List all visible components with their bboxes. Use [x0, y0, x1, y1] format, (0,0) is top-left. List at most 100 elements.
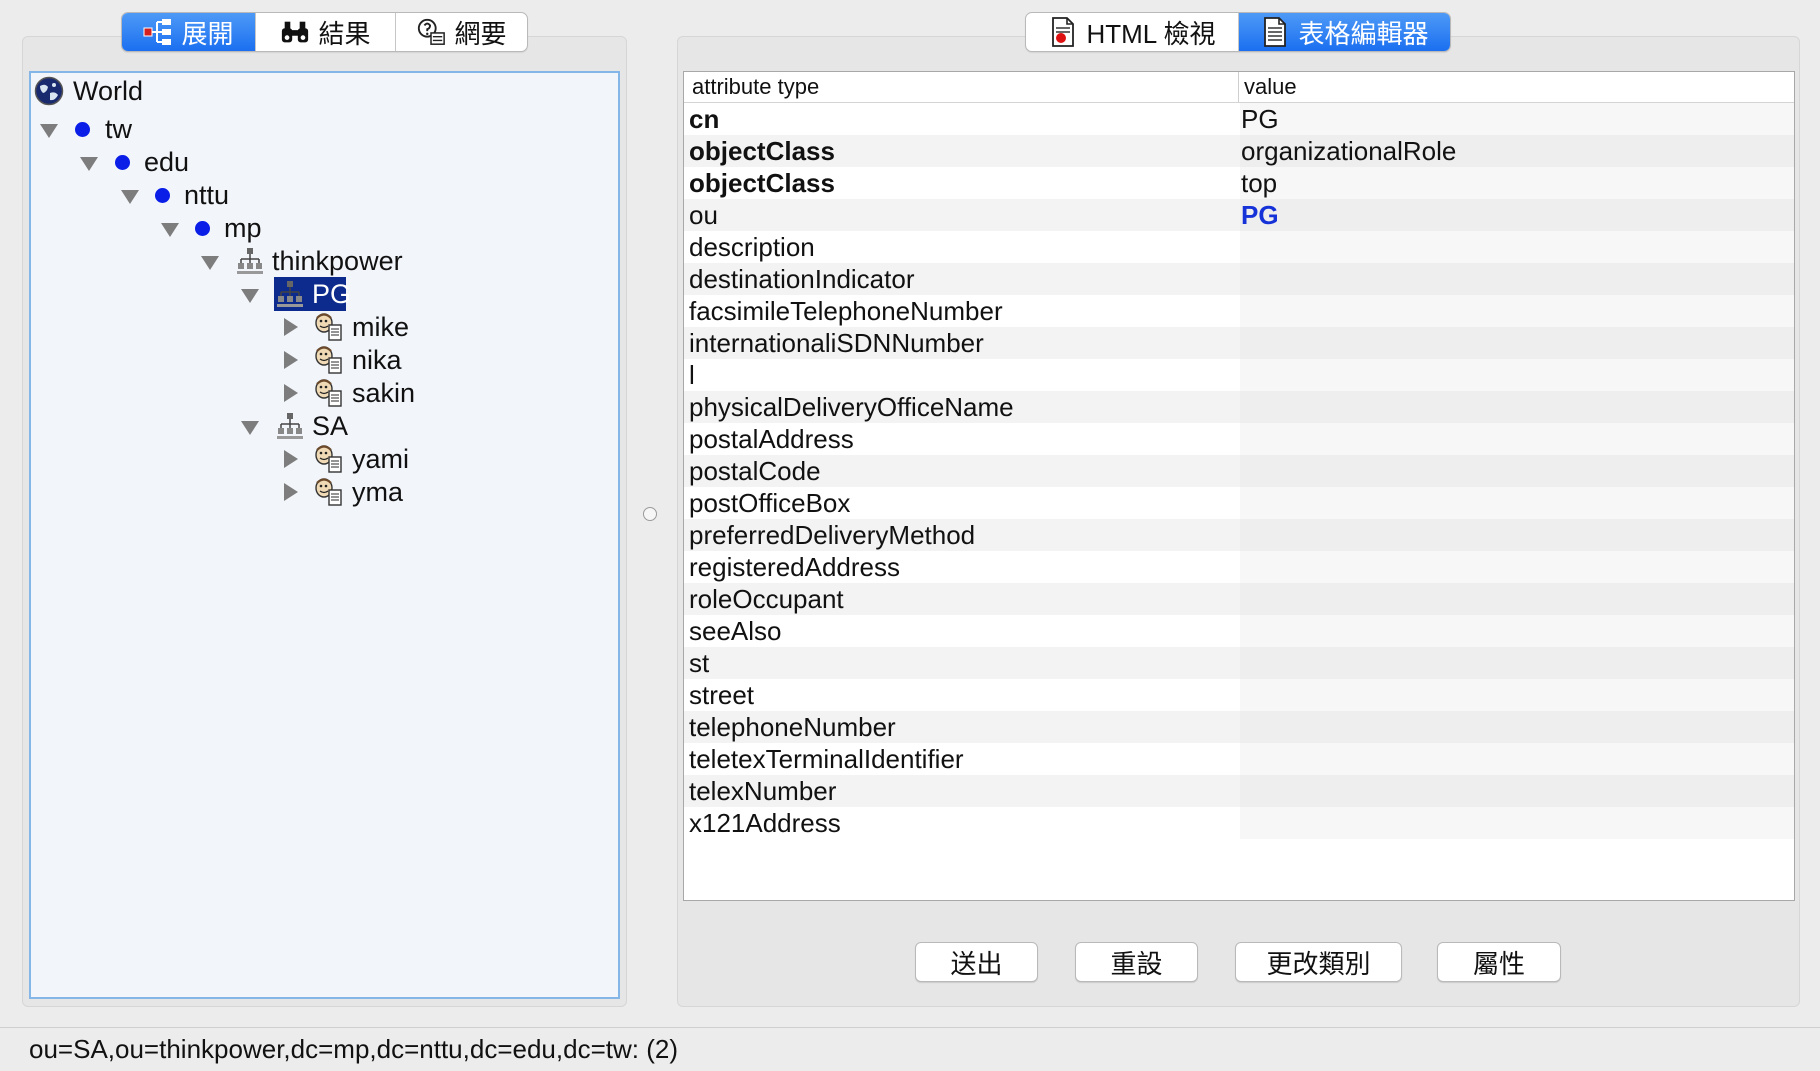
tree-node-nttu[interactable]: nttu: [31, 178, 431, 212]
collapse-toggle-icon[interactable]: [284, 450, 298, 468]
value-cell-background: [1240, 711, 1794, 743]
expand-toggle-icon[interactable]: [40, 124, 58, 138]
properties-button[interactable]: 屬性: [1437, 942, 1561, 982]
tree-node-tw[interactable]: tw: [31, 112, 431, 146]
table-row[interactable]: registeredAddress: [684, 551, 1794, 583]
attribute-cell: seeAlso: [689, 616, 782, 646]
column-header-attribute[interactable]: attribute type: [692, 72, 819, 102]
tree-node-yma[interactable]: yma: [31, 475, 481, 509]
tree-node-yami[interactable]: yami: [31, 442, 481, 476]
table-row[interactable]: st: [684, 647, 1794, 679]
value-cell[interactable]: organizationalRole: [1241, 135, 1456, 167]
table-row[interactable]: preferredDeliveryMethod: [684, 519, 1794, 551]
table-row[interactable]: teletexTerminalIdentifier: [684, 743, 1794, 775]
org-unit-icon: [235, 246, 265, 276]
attribute-cell: postalCode: [689, 456, 821, 486]
expand-toggle-icon[interactable]: [80, 157, 98, 171]
attribute-table: attribute type value cn PG objectClass orga…: [683, 71, 1795, 901]
attribute-cell: teletexTerminalIdentifier: [689, 744, 964, 774]
collapse-toggle-icon[interactable]: [284, 351, 298, 369]
collapse-toggle-icon[interactable]: [284, 318, 298, 336]
table-row[interactable]: postalAddress: [684, 423, 1794, 455]
table-row[interactable]: destinationIndicator: [684, 263, 1794, 295]
table-row[interactable]: facsimileTelephoneNumber: [684, 295, 1794, 327]
table-row[interactable]: description: [684, 231, 1794, 263]
tree-node-sa[interactable]: SA: [31, 409, 481, 443]
attribute-cell: cn: [689, 104, 720, 134]
column-header-value[interactable]: value: [1244, 72, 1297, 102]
expand-toggle-icon[interactable]: [161, 223, 179, 237]
person-icon: [314, 378, 344, 408]
value-cell-background: [1240, 743, 1794, 775]
table-row[interactable]: objectClass organizationalRole: [684, 135, 1794, 167]
attribute-cell: postalAddress: [689, 424, 854, 454]
tree-node-mp[interactable]: mp: [31, 211, 431, 245]
attribute-cell: facsimileTelephoneNumber: [689, 296, 1003, 326]
tree-node-nika[interactable]: nika: [31, 343, 481, 377]
expand-toggle-icon[interactable]: [121, 190, 139, 204]
change-class-button[interactable]: 更改類別: [1235, 942, 1402, 982]
expand-toggle-icon[interactable]: [241, 421, 259, 435]
value-cell-background: [1240, 647, 1794, 679]
tree-node-thinkpower[interactable]: thinkpower: [31, 244, 481, 278]
collapse-toggle-icon[interactable]: [284, 483, 298, 501]
table-row[interactable]: physicalDeliveryOfficeName: [684, 391, 1794, 423]
domain-dot-icon: [155, 188, 170, 203]
tab-table-editor[interactable]: 表格編輯器: [1239, 13, 1450, 51]
tab-results[interactable]: 結果: [256, 13, 396, 51]
table-row[interactable]: seeAlso: [684, 615, 1794, 647]
tree-node-pg[interactable]: PG: [31, 277, 481, 311]
table-row[interactable]: street: [684, 679, 1794, 711]
table-row[interactable]: objectClass top: [684, 167, 1794, 199]
tab-schema-label: 網要: [454, 18, 507, 49]
table-row[interactable]: telexNumber: [684, 775, 1794, 807]
table-row[interactable]: roleOccupant: [684, 583, 1794, 615]
org-unit-icon: [275, 411, 305, 441]
value-cell-background: [1240, 231, 1794, 263]
table-row[interactable]: ou PG: [684, 199, 1794, 231]
tree-node-label: SA: [312, 411, 349, 441]
binoculars-icon: [280, 17, 310, 47]
value-cell-background: [1240, 327, 1794, 359]
attribute-cell: objectClass: [689, 168, 835, 198]
value-cell-background: [1240, 167, 1794, 199]
value-cell[interactable]: top: [1241, 167, 1277, 199]
reset-button[interactable]: 重設: [1075, 942, 1198, 982]
value-cell-background: [1240, 199, 1794, 231]
collapse-toggle-icon[interactable]: [284, 384, 298, 402]
table-row[interactable]: postalCode: [684, 455, 1794, 487]
split-pane-handle[interactable]: [643, 507, 657, 521]
tree-node-mike[interactable]: mike: [31, 310, 481, 344]
value-cell-background: [1240, 583, 1794, 615]
tree-node-world[interactable]: World: [31, 74, 431, 108]
table-row[interactable]: cn PG: [684, 103, 1794, 135]
table-header: attribute type value: [684, 72, 1794, 103]
tree-node-label: yma: [352, 477, 404, 507]
value-cell-background: [1240, 807, 1794, 839]
html-document-icon: [1048, 17, 1078, 47]
table-row[interactable]: postOfficeBox: [684, 487, 1794, 519]
value-cell-background: [1240, 423, 1794, 455]
directory-tree[interactable]: World tw edu nttu mp thinkpower PG mike …: [29, 71, 620, 999]
tree-node-edu[interactable]: edu: [31, 145, 431, 179]
org-unit-icon: [275, 279, 305, 309]
expand-toggle-icon[interactable]: [241, 289, 259, 303]
value-cell[interactable]: PG: [1241, 103, 1279, 135]
attribute-cell: telephoneNumber: [689, 712, 896, 742]
expand-toggle-icon[interactable]: [201, 256, 219, 270]
tab-expand-label: 展開: [181, 18, 234, 49]
tab-html-view[interactable]: HTML 檢視: [1026, 13, 1239, 51]
submit-button[interactable]: 送出: [915, 942, 1038, 982]
tree-node-sakin[interactable]: sakin: [31, 376, 481, 410]
value-cell[interactable]: PG: [1241, 199, 1279, 231]
column-divider[interactable]: [1238, 72, 1239, 102]
table-row[interactable]: l: [684, 359, 1794, 391]
table-row[interactable]: x121Address: [684, 807, 1794, 839]
table-row[interactable]: telephoneNumber: [684, 711, 1794, 743]
tab-expand[interactable]: 展開: [122, 13, 256, 51]
table-row[interactable]: internationaliSDNNumber: [684, 327, 1794, 359]
tab-schema[interactable]: 網要: [396, 13, 527, 51]
value-cell-background: [1240, 519, 1794, 551]
attribute-cell: preferredDeliveryMethod: [689, 520, 976, 550]
domain-dot-icon: [115, 155, 130, 170]
